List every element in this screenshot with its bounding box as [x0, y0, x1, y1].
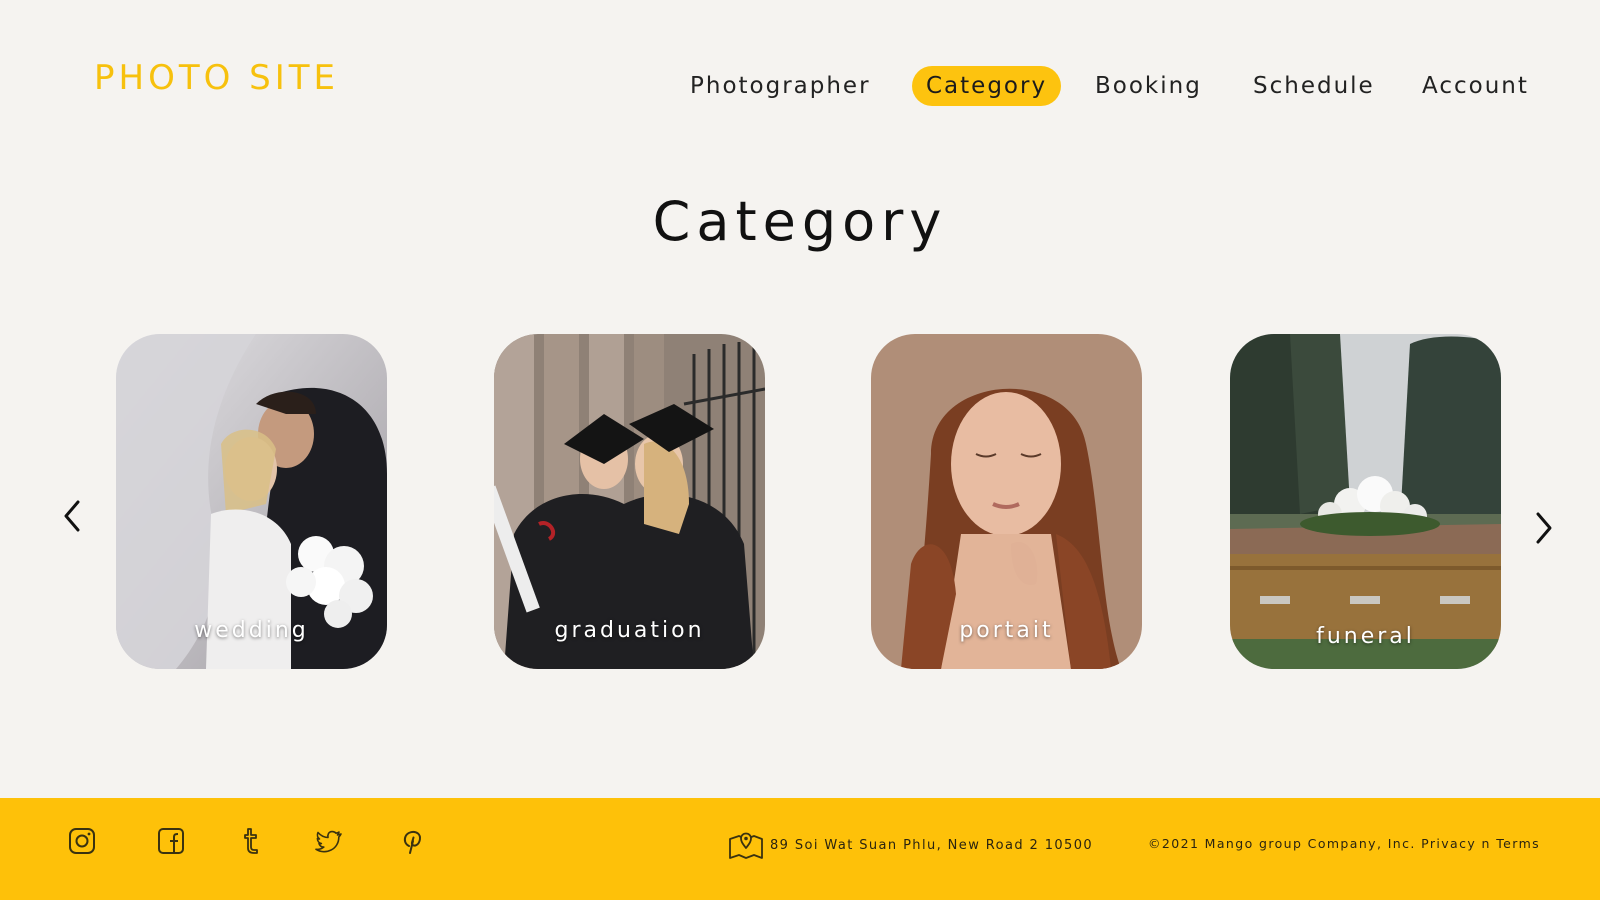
category-label-graduation: graduation [554, 618, 705, 643]
facebook-icon[interactable] [156, 826, 186, 856]
footer: 89 Soi Wat Suan Phlu, New Road 2 10500 ©… [0, 798, 1600, 900]
category-card-graduation[interactable]: graduation [494, 334, 765, 669]
chevron-left-icon[interactable] [56, 496, 92, 536]
category-label-funeral: funeral [1316, 624, 1415, 649]
footer-copyright[interactable]: ©2021 Mango group Company, Inc. Privacy … [1148, 836, 1540, 851]
nav-item-category[interactable]: Category [912, 66, 1062, 106]
tumblr-icon[interactable] [236, 826, 266, 856]
category-card-portait[interactable]: portait [871, 334, 1142, 669]
map-pin-icon [729, 832, 763, 859]
category-card-wedding[interactable]: wedding [116, 334, 387, 669]
site-logo[interactable]: PHOTO SITE [94, 58, 339, 98]
nav-item-booking[interactable]: Booking [1095, 66, 1202, 106]
category-card-funeral[interactable]: funeral [1230, 334, 1501, 669]
instagram-icon[interactable] [67, 826, 97, 856]
nav-item-photographer[interactable]: Photographer [690, 66, 871, 106]
category-label-portait: portait [959, 618, 1054, 643]
nav-item-account[interactable]: Account [1422, 66, 1529, 106]
chevron-right-icon[interactable] [1524, 508, 1560, 548]
funeral-photo [1230, 334, 1501, 669]
nav-item-schedule[interactable]: Schedule [1253, 66, 1375, 106]
category-label-wedding: wedding [194, 618, 309, 643]
footer-address: 89 Soi Wat Suan Phlu, New Road 2 10500 [770, 838, 1094, 853]
twitter-icon[interactable] [314, 826, 344, 856]
page-title: Category [652, 190, 948, 253]
pinterest-icon[interactable] [397, 826, 427, 856]
